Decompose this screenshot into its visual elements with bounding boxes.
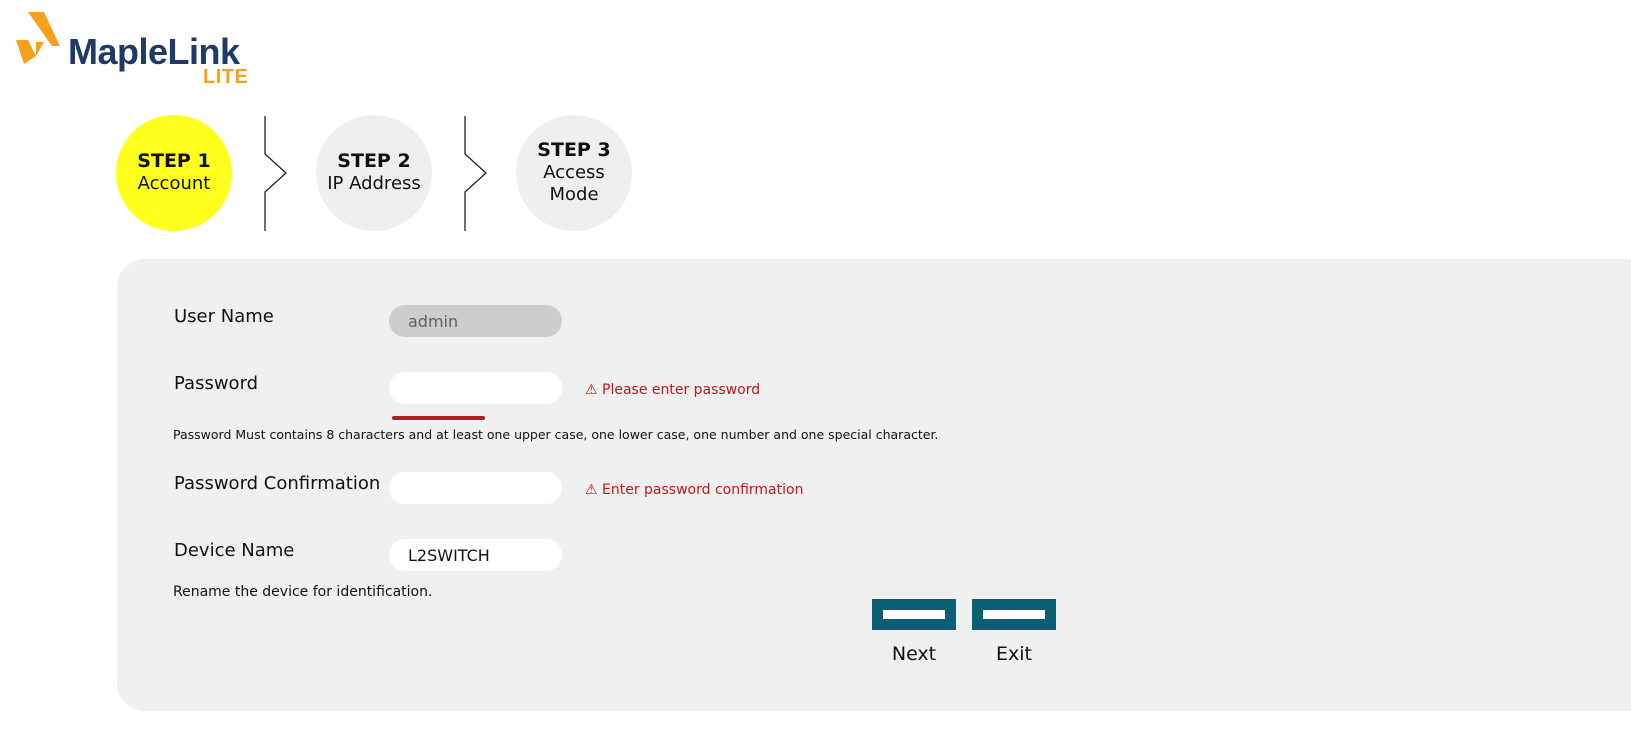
- step-1-indicator: STEP 1 Account: [116, 115, 232, 231]
- step-2-name: IP Address: [327, 173, 421, 195]
- password-error: ⚠ Please enter password: [585, 382, 761, 398]
- exit-button-bar: [983, 610, 1045, 619]
- step-2-number: STEP 2: [337, 150, 411, 173]
- next-button-bar: [883, 610, 945, 619]
- step-3-indicator: STEP 3 Access Mode: [516, 115, 632, 231]
- app-logo: MapleLink LITE: [14, 12, 274, 92]
- step-1-name: Account: [137, 173, 211, 195]
- password-hint: Password Must contains 8 characters and …: [173, 427, 939, 442]
- password-field[interactable]: [389, 372, 562, 404]
- password-confirmation-field[interactable]: [389, 472, 562, 504]
- step-2-indicator: STEP 2 IP Address: [316, 115, 432, 231]
- device-name-field[interactable]: L2SWITCH: [389, 539, 562, 571]
- device-name-label: Device Name: [174, 540, 295, 561]
- step-chevron-1: [264, 116, 287, 231]
- exit-button-label[interactable]: Exit: [972, 645, 1056, 664]
- logo-sub-text: LITE: [203, 66, 249, 88]
- exit-button[interactable]: [972, 599, 1056, 630]
- password-confirmation-error: ⚠ Enter password confirmation: [585, 482, 804, 498]
- next-button-label[interactable]: Next: [872, 645, 956, 664]
- logo-brand-text: MapleLink: [68, 31, 240, 72]
- device-name-hint: Rename the device for identification.: [173, 584, 433, 600]
- maple-logo-icon: [16, 12, 60, 64]
- step-chevron-2: [464, 116, 487, 231]
- password-focus-underline: [392, 416, 485, 420]
- username-label: User Name: [174, 306, 274, 327]
- password-confirmation-label: Password Confirmation: [174, 473, 381, 494]
- password-label: Password: [174, 373, 259, 394]
- username-field: admin: [389, 305, 562, 337]
- step-3-name: Access Mode: [543, 161, 605, 206]
- step-3-number: STEP 3: [537, 139, 611, 162]
- next-button[interactable]: [872, 599, 956, 630]
- step-1-number: STEP 1: [137, 150, 211, 173]
